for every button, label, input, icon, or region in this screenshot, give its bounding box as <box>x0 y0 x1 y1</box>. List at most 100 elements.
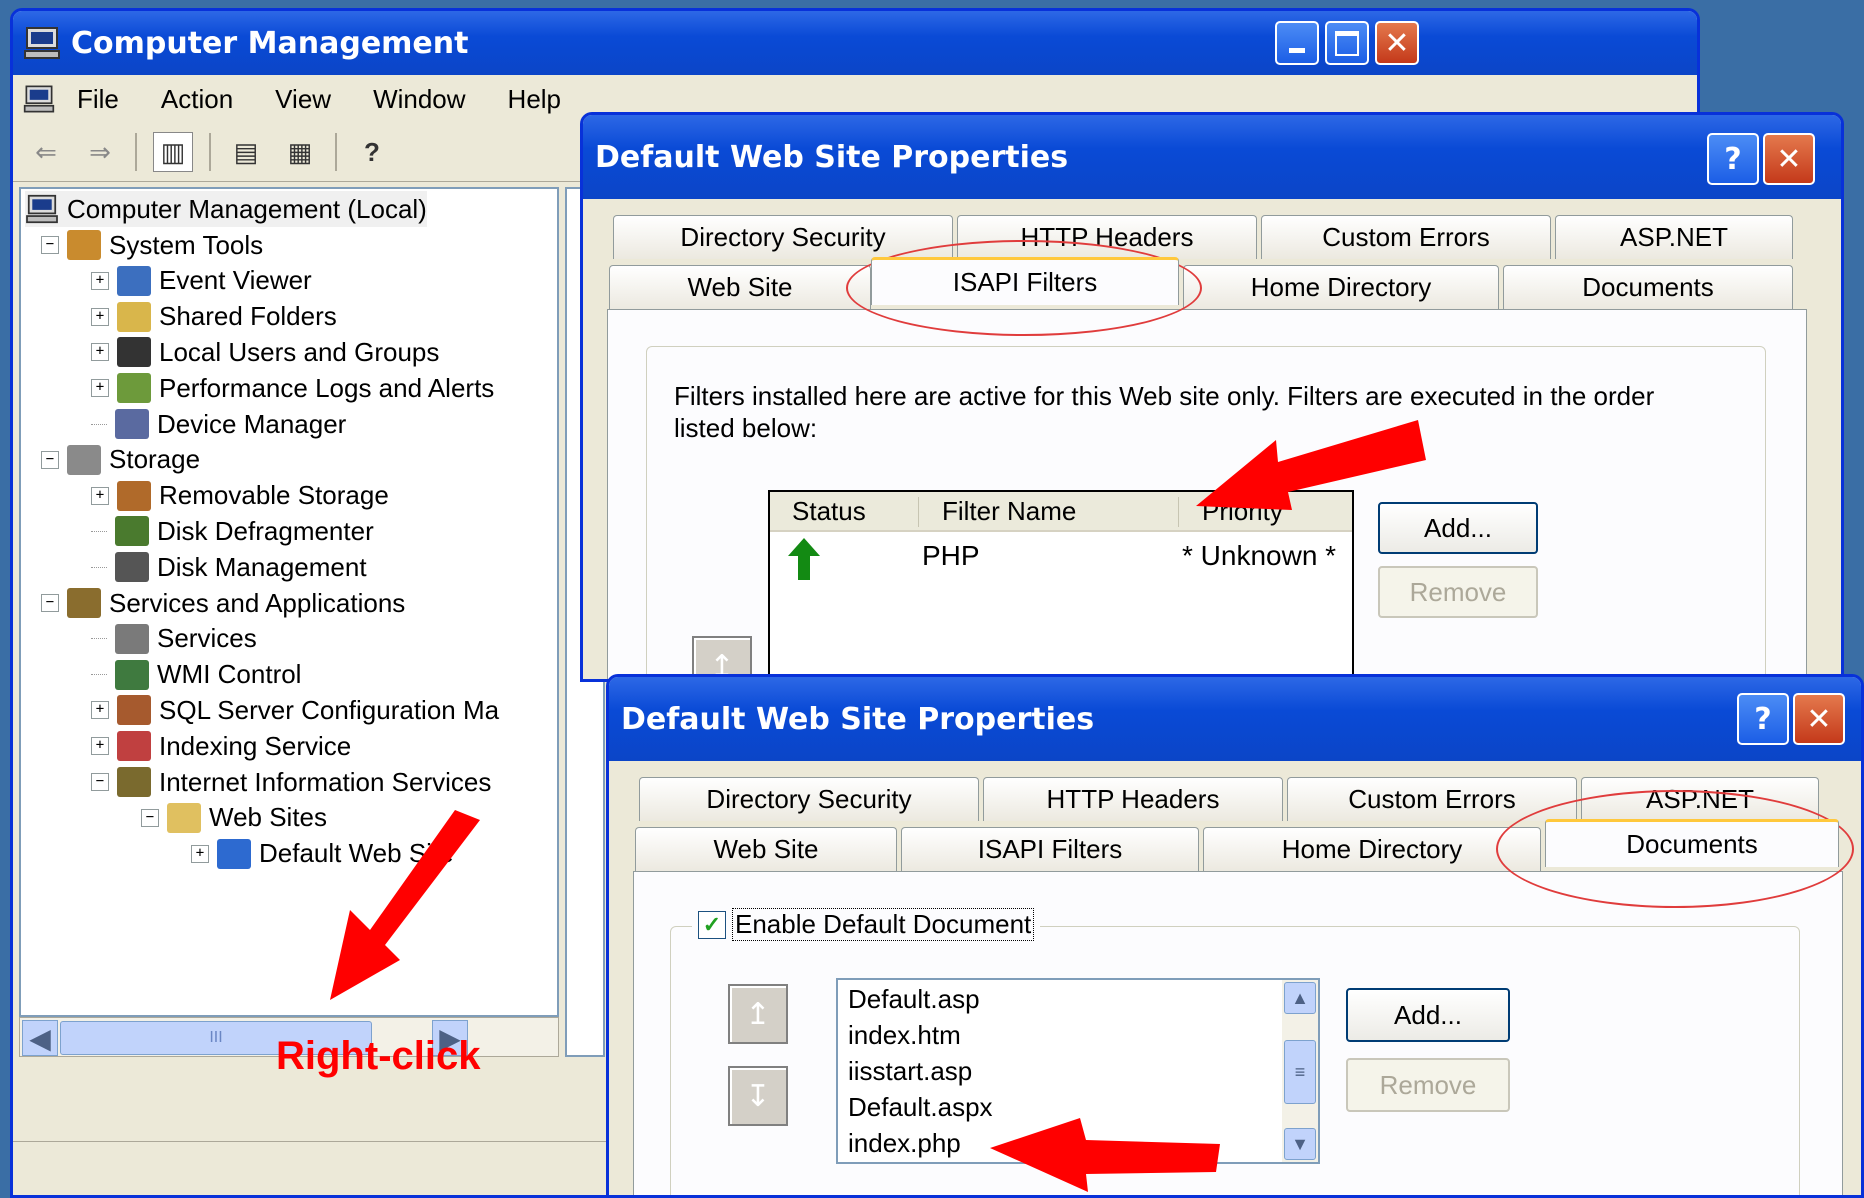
tree-item[interactable]: + Indexing Service <box>91 728 351 764</box>
tree-item-label: Local Users and Groups <box>159 336 440 367</box>
tree-connector <box>91 530 107 532</box>
export-list-icon[interactable]: ▦ <box>281 133 319 171</box>
tab-web-site[interactable]: Web Site <box>609 265 871 309</box>
tab-http-headers[interactable]: HTTP Headers <box>957 215 1257 259</box>
filter-row[interactable]: PHP * Unknown * <box>770 536 1352 580</box>
remove-filter-button[interactable]: Remove <box>1378 566 1538 618</box>
collapse-icon[interactable]: − <box>41 594 59 612</box>
tab-custom-errors[interactable]: Custom Errors <box>1287 777 1577 821</box>
expand-icon[interactable]: + <box>191 844 209 863</box>
help-icon[interactable]: ? <box>353 133 391 171</box>
document-list-item[interactable]: index.php <box>848 1128 961 1158</box>
tab-custom-errors[interactable]: Custom Errors <box>1261 215 1551 259</box>
tree-item[interactable]: + Removable Storage <box>91 478 389 514</box>
menu-view[interactable]: View <box>275 84 331 115</box>
forward-icon[interactable]: ⇒ <box>81 133 119 171</box>
tree-item[interactable]: − System Tools <box>41 227 263 263</box>
tree-item-label: Internet Information Services <box>159 766 492 797</box>
collapse-icon[interactable]: − <box>91 773 109 791</box>
tab-isapi-filters[interactable]: ISAPI Filters <box>871 257 1179 305</box>
help-button[interactable]: ? <box>1737 693 1789 745</box>
collapse-icon[interactable]: − <box>41 236 59 254</box>
tree-item[interactable]: + Shared Folders <box>91 299 337 335</box>
menu-action[interactable]: Action <box>161 84 233 115</box>
tree-item[interactable]: Disk Defragmenter <box>91 513 374 549</box>
scroll-down-icon[interactable]: ▼ <box>1284 1128 1316 1160</box>
document-list-item[interactable]: Default.aspx <box>848 1092 993 1122</box>
show-hide-tree-icon[interactable]: ▥ <box>153 132 193 172</box>
menu-file[interactable]: File <box>77 84 119 115</box>
move-up-button[interactable]: ↥ <box>728 984 788 1044</box>
close-button[interactable]: ✕ <box>1375 21 1419 65</box>
column-filter-name[interactable]: Filter Name <box>942 496 1076 527</box>
move-down-button[interactable]: ↧ <box>728 1066 788 1126</box>
tree-item[interactable]: Services <box>91 621 257 657</box>
menu-help[interactable]: Help <box>508 84 561 115</box>
tree-item[interactable]: Device Manager <box>91 406 346 442</box>
tree-item[interactable]: + Performance Logs and Alerts <box>91 370 494 406</box>
tab-home-directory[interactable]: Home Directory <box>1183 265 1499 309</box>
tab-documents[interactable]: Documents <box>1545 819 1839 867</box>
properties-icon[interactable]: ▤ <box>227 133 265 171</box>
back-icon[interactable]: ⇐ <box>27 133 65 171</box>
expand-icon[interactable]: + <box>91 737 109 756</box>
tree-item-label: WMI Control <box>157 659 302 690</box>
collapse-icon[interactable]: − <box>41 450 59 469</box>
documents-vertical-scrollbar[interactable]: ▲ ≡ ▼ <box>1282 980 1318 1162</box>
close-button[interactable]: ✕ <box>1763 133 1815 185</box>
column-status[interactable]: Status <box>792 496 866 527</box>
document-list-item[interactable]: index.htm <box>848 1020 961 1050</box>
tree-node-icon <box>115 659 149 690</box>
scroll-left-icon[interactable]: ◀ <box>22 1020 58 1056</box>
help-button[interactable]: ? <box>1707 133 1759 185</box>
tab-directory-security[interactable]: Directory Security <box>613 215 953 259</box>
tree-item[interactable]: − Web Sites <box>141 800 327 836</box>
minimize-button[interactable] <box>1275 21 1319 65</box>
tree-root[interactable]: Computer Management (Local) <box>25 191 427 227</box>
expand-icon[interactable]: + <box>91 379 109 398</box>
tab-asp-net[interactable]: ASP.NET <box>1555 215 1793 259</box>
tree-item[interactable]: + Event Viewer <box>91 263 312 299</box>
tree-item[interactable]: Disk Management <box>91 549 367 585</box>
document-list-item[interactable]: iisstart.asp <box>848 1056 972 1086</box>
tree-item[interactable]: − Services and Applications <box>41 585 405 621</box>
collapse-icon[interactable]: − <box>141 808 159 827</box>
right-click-annotation: Right-click <box>276 1034 481 1078</box>
tab-documents[interactable]: Documents <box>1503 265 1793 309</box>
menu-window[interactable]: Window <box>373 84 465 115</box>
tab-isapi-filters[interactable]: ISAPI Filters <box>901 827 1199 871</box>
scroll-thumb[interactable]: ≡ <box>1284 1040 1316 1104</box>
tree-item-label: Removable Storage <box>159 480 389 511</box>
tab-directory-security[interactable]: Directory Security <box>639 777 979 821</box>
cm-titlebar[interactable]: Computer Management <box>13 11 1697 75</box>
remove-document-button[interactable]: Remove <box>1346 1058 1510 1112</box>
expand-icon[interactable]: + <box>91 307 109 326</box>
tab-web-site[interactable]: Web Site <box>635 827 897 871</box>
tree-item[interactable]: + Local Users and Groups <box>91 334 439 370</box>
toolbar-separator <box>135 133 137 171</box>
document-list-item[interactable]: Default.asp <box>848 984 980 1014</box>
scroll-up-icon[interactable]: ▲ <box>1284 982 1316 1014</box>
close-button[interactable]: ✕ <box>1793 693 1845 745</box>
tree-item[interactable]: − Storage <box>41 442 200 478</box>
tab-asp-net[interactable]: ASP.NET <box>1581 777 1819 821</box>
tree-node-icon <box>115 623 149 654</box>
expand-icon[interactable]: + <box>91 701 109 720</box>
dialog-titlebar[interactable]: Default Web Site Properties <box>609 677 1861 761</box>
tree-item-label: Services and Applications <box>109 587 406 618</box>
tab-home-directory[interactable]: Home Directory <box>1203 827 1541 871</box>
tab-http-headers[interactable]: HTTP Headers <box>983 777 1283 821</box>
maximize-button[interactable] <box>1325 21 1369 65</box>
enable-default-document[interactable]: ✓ Enable Default Document <box>692 908 1041 941</box>
dialog-titlebar[interactable]: Default Web Site Properties <box>583 115 1841 199</box>
expand-icon[interactable]: + <box>91 343 109 362</box>
filters-list[interactable]: Status Filter Name Priority PHP * Unknow… <box>768 490 1354 679</box>
tree-node-icon <box>67 230 101 260</box>
tree-item[interactable]: + SQL Server Configuration Ma <box>91 692 499 728</box>
add-document-button[interactable]: Add... <box>1346 988 1510 1042</box>
tree-item[interactable]: − Internet Information Services <box>91 764 491 800</box>
tree-item[interactable]: WMI Control <box>91 657 301 693</box>
checkbox-checked-icon[interactable]: ✓ <box>698 910 726 939</box>
expand-icon[interactable]: + <box>91 271 109 290</box>
expand-icon[interactable]: + <box>91 486 109 505</box>
